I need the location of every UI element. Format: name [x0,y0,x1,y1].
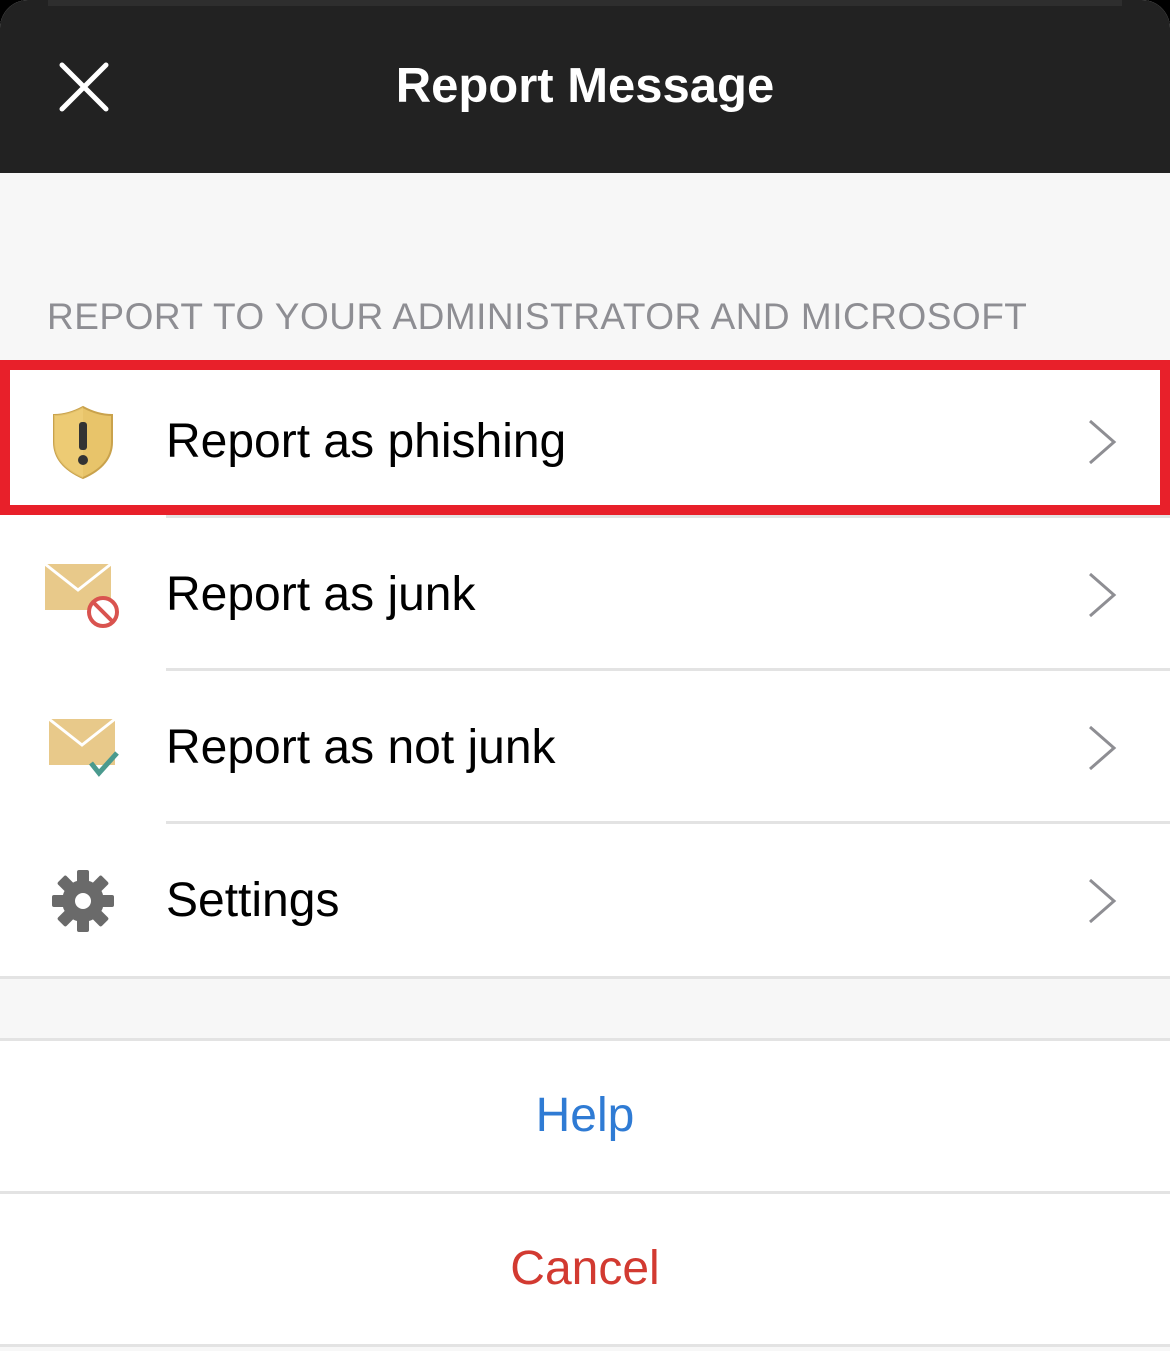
close-icon [59,62,109,112]
envelope-check-icon [40,708,126,788]
report-phishing-label: Report as phishing [166,415,567,468]
report-options-list: Report as phishing Report as junk Report… [0,365,1170,979]
report-not-junk-label: Report as not junk [166,721,556,774]
report-not-junk-row[interactable]: Report as not junk [0,671,1170,824]
envelope-blocked-icon [40,555,126,635]
header-bar: Report Message [0,0,1170,173]
report-junk-row[interactable]: Report as junk [0,518,1170,671]
settings-row[interactable]: Settings [0,824,1170,977]
chevron-right-icon [1089,878,1117,924]
gear-icon [40,861,126,941]
action-divider [0,1344,1170,1347]
help-button[interactable]: Help [0,1041,1170,1191]
report-message-sheet: Report Message REPORT TO YOUR ADMINISTRA… [0,0,1170,1351]
report-junk-label: Report as junk [166,568,476,621]
chevron-right-icon [1089,419,1117,465]
close-button[interactable] [46,49,122,125]
report-phishing-row[interactable]: Report as phishing [0,365,1170,518]
chevron-right-icon [1089,572,1117,618]
section-header: REPORT TO YOUR ADMINISTRATOR AND MICROSO… [47,296,1028,337]
cancel-button[interactable]: Cancel [0,1194,1170,1344]
chevron-right-icon [1089,725,1117,771]
sheet-grip [48,0,1122,6]
settings-label: Settings [166,874,340,927]
page-title: Report Message [395,59,775,113]
shield-warning-icon [40,402,126,482]
